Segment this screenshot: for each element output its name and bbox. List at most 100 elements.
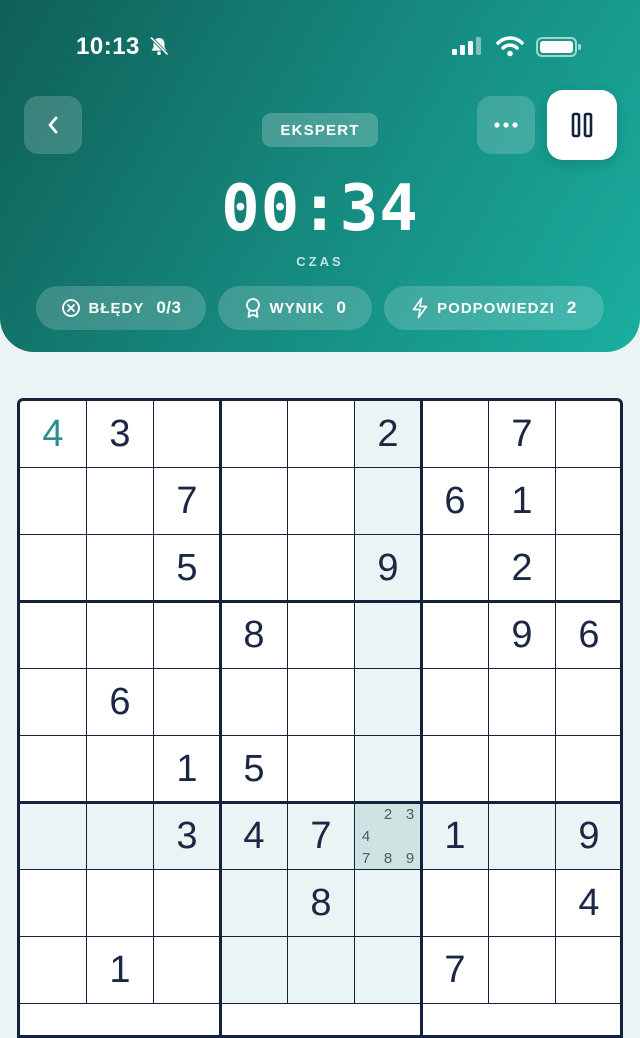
sudoku-cell[interactable] (489, 937, 556, 1004)
sudoku-cell[interactable] (20, 937, 87, 1004)
sudoku-cell[interactable] (20, 468, 87, 535)
sudoku-cell[interactable] (87, 736, 154, 803)
sudoku-cell[interactable]: 5 (221, 736, 288, 803)
sudoku-cell[interactable] (221, 669, 288, 736)
sudoku-cell[interactable]: 4 (20, 401, 87, 468)
back-button[interactable] (24, 96, 82, 154)
sudoku-cell[interactable] (20, 669, 87, 736)
sudoku-cell[interactable]: 2 (355, 401, 422, 468)
sudoku-cell[interactable]: 5 (154, 535, 221, 602)
sudoku-cell[interactable] (489, 803, 556, 870)
sudoku-cell[interactable] (20, 736, 87, 803)
battery-icon (536, 37, 581, 57)
sudoku-cell[interactable] (556, 535, 620, 602)
sudoku-cell[interactable]: 4 (221, 803, 288, 870)
sudoku-cell[interactable] (87, 602, 154, 669)
sudoku-cell[interactable] (288, 468, 355, 535)
status-bar: 10:13 (0, 0, 640, 90)
note-digit (377, 825, 399, 847)
score-value: 0 (336, 298, 347, 317)
sudoku-cell[interactable] (288, 669, 355, 736)
sudoku-cell[interactable] (355, 937, 422, 1004)
sudoku-cell[interactable] (355, 468, 422, 535)
sudoku-cell[interactable] (20, 535, 87, 602)
sudoku-cell[interactable]: 9 (355, 535, 422, 602)
wifi-icon (496, 36, 524, 57)
sudoku-cell[interactable] (422, 736, 489, 803)
sudoku-cell[interactable] (154, 602, 221, 669)
note-digit: 2 (383, 805, 393, 823)
sudoku-cell[interactable] (87, 468, 154, 535)
sudoku-cell[interactable]: 2 (489, 535, 556, 602)
sudoku-cell[interactable] (221, 401, 288, 468)
sudoku-cell[interactable] (422, 602, 489, 669)
sudoku-cell[interactable] (154, 937, 221, 1004)
errors-stat: BŁĘDY 0/3 (36, 286, 206, 330)
sudoku-cell[interactable] (221, 535, 288, 602)
pause-icon (571, 112, 593, 138)
sudoku-cell[interactable]: 23 4 789 (355, 803, 422, 870)
sudoku-cell[interactable] (288, 535, 355, 602)
sudoku-cell[interactable]: 3 (154, 803, 221, 870)
sudoku-cell[interactable] (288, 937, 355, 1004)
sudoku-cell[interactable] (87, 803, 154, 870)
award-icon (245, 298, 260, 318)
game-header: 10:13 EKSPERT 00:34 CZAS BŁĘDY 0/3 WYNIK… (0, 0, 640, 352)
note-digit (399, 825, 421, 847)
sudoku-cell[interactable]: 1 (154, 736, 221, 803)
sudoku-cell[interactable]: 7 (154, 468, 221, 535)
sudoku-cell[interactable]: 7 (489, 401, 556, 468)
sudoku-cell[interactable]: 1 (422, 803, 489, 870)
x-circle-icon (61, 299, 80, 317)
sudoku-cell[interactable] (154, 401, 221, 468)
sudoku-cell[interactable]: 3 (87, 401, 154, 468)
sudoku-cell[interactable]: 9 (489, 602, 556, 669)
sudoku-cell[interactable] (556, 937, 620, 1004)
sudoku-cell[interactable] (422, 535, 489, 602)
sudoku-cell[interactable] (355, 669, 422, 736)
sudoku-cell[interactable] (489, 669, 556, 736)
sudoku-cell[interactable]: 7 (422, 937, 489, 1004)
sudoku-cell[interactable] (288, 736, 355, 803)
pause-button[interactable] (547, 90, 617, 160)
sudoku-cell[interactable]: 1 (87, 937, 154, 1004)
hints-stat[interactable]: PODPOWIEDZI 2 (384, 286, 604, 330)
sudoku-cell[interactable]: 8 (221, 602, 288, 669)
sudoku-cell[interactable] (556, 669, 620, 736)
sudoku-cell[interactable] (288, 401, 355, 468)
sudoku-cell[interactable] (422, 401, 489, 468)
sudoku-cell[interactable] (87, 535, 154, 602)
sudoku-cell[interactable] (87, 870, 154, 937)
chevron-left-icon (48, 116, 58, 134)
sudoku-cell[interactable] (221, 468, 288, 535)
sudoku-cell[interactable] (20, 870, 87, 937)
sudoku-cell[interactable]: 9 (556, 803, 620, 870)
sudoku-cell[interactable] (489, 870, 556, 937)
sudoku-cell[interactable] (221, 937, 288, 1004)
sudoku-cell[interactable] (355, 870, 422, 937)
sudoku-cell[interactable]: 6 (556, 602, 620, 669)
sudoku-cell[interactable] (355, 736, 422, 803)
sudoku-cell[interactable]: 6 (422, 468, 489, 535)
sudoku-cell[interactable]: 6 (87, 669, 154, 736)
sudoku-cell[interactable]: 1 (489, 468, 556, 535)
sudoku-cell[interactable] (422, 870, 489, 937)
sudoku-cell[interactable] (556, 736, 620, 803)
sudoku-cell[interactable] (20, 602, 87, 669)
sudoku-cell[interactable] (20, 803, 87, 870)
sudoku-cell[interactable] (154, 669, 221, 736)
sudoku-cell[interactable] (221, 870, 288, 937)
sudoku-cell[interactable]: 4 (556, 870, 620, 937)
more-options-button[interactable] (477, 96, 535, 154)
sudoku-cell[interactable] (422, 669, 489, 736)
sudoku-cell[interactable] (288, 602, 355, 669)
hints-label: PODPOWIEDZI (437, 299, 555, 317)
sudoku-cell[interactable] (489, 736, 556, 803)
sudoku-cell[interactable]: 7 (288, 803, 355, 870)
sudoku-cell[interactable] (556, 468, 620, 535)
sudoku-cell[interactable] (556, 401, 620, 468)
sudoku-cell[interactable] (154, 870, 221, 937)
sudoku-cell[interactable] (355, 602, 422, 669)
sudoku-cell[interactable]: 8 (288, 870, 355, 937)
box-divider-horizontal (20, 600, 620, 603)
